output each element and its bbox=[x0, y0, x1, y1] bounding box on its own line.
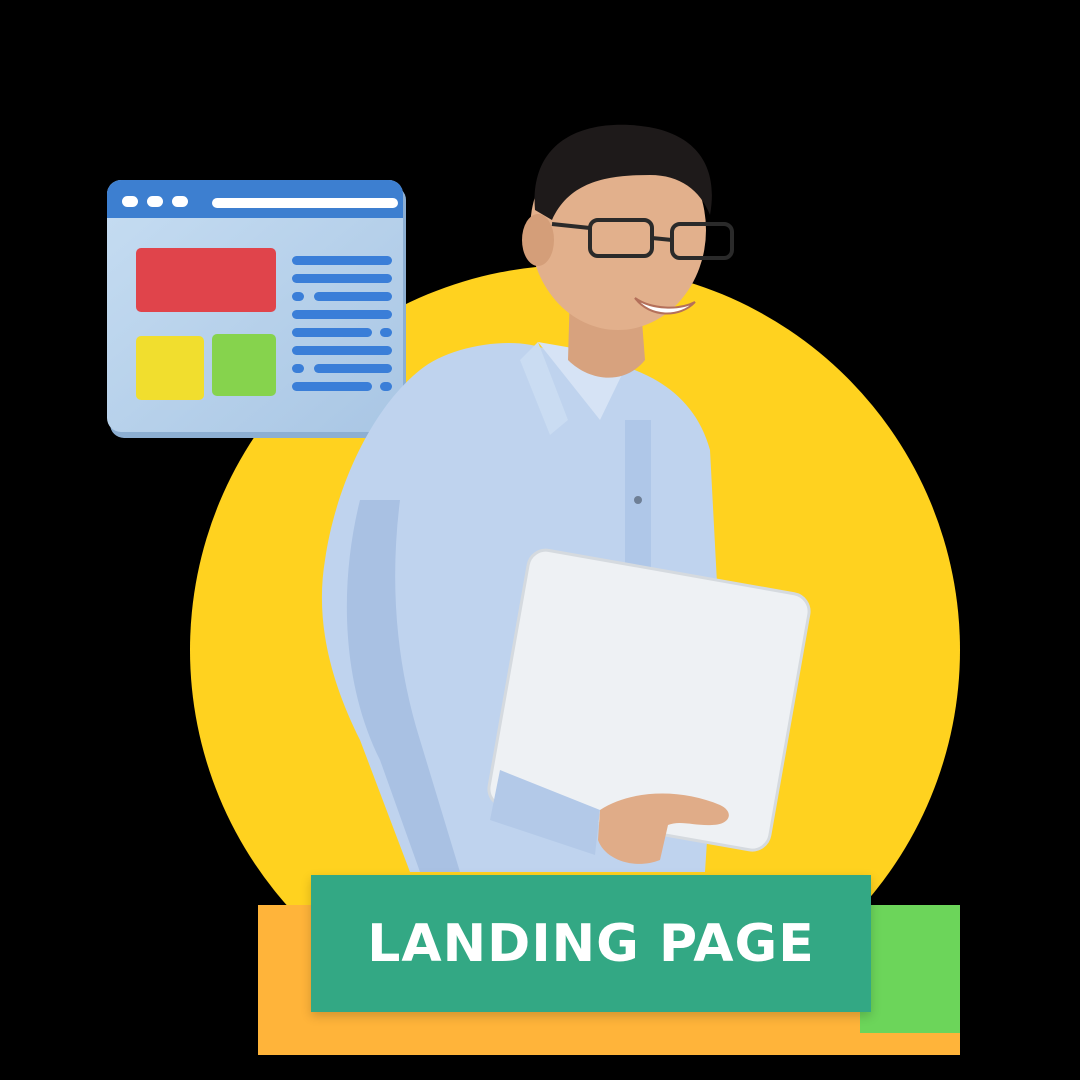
banner-label: LANDING PAGE bbox=[367, 913, 815, 974]
graphic-canvas: LANDING PAGE bbox=[0, 0, 1080, 1080]
green-accent-block bbox=[860, 905, 960, 1033]
person-photo bbox=[321, 124, 811, 873]
landing-page-banner: LANDING PAGE bbox=[311, 875, 871, 1012]
